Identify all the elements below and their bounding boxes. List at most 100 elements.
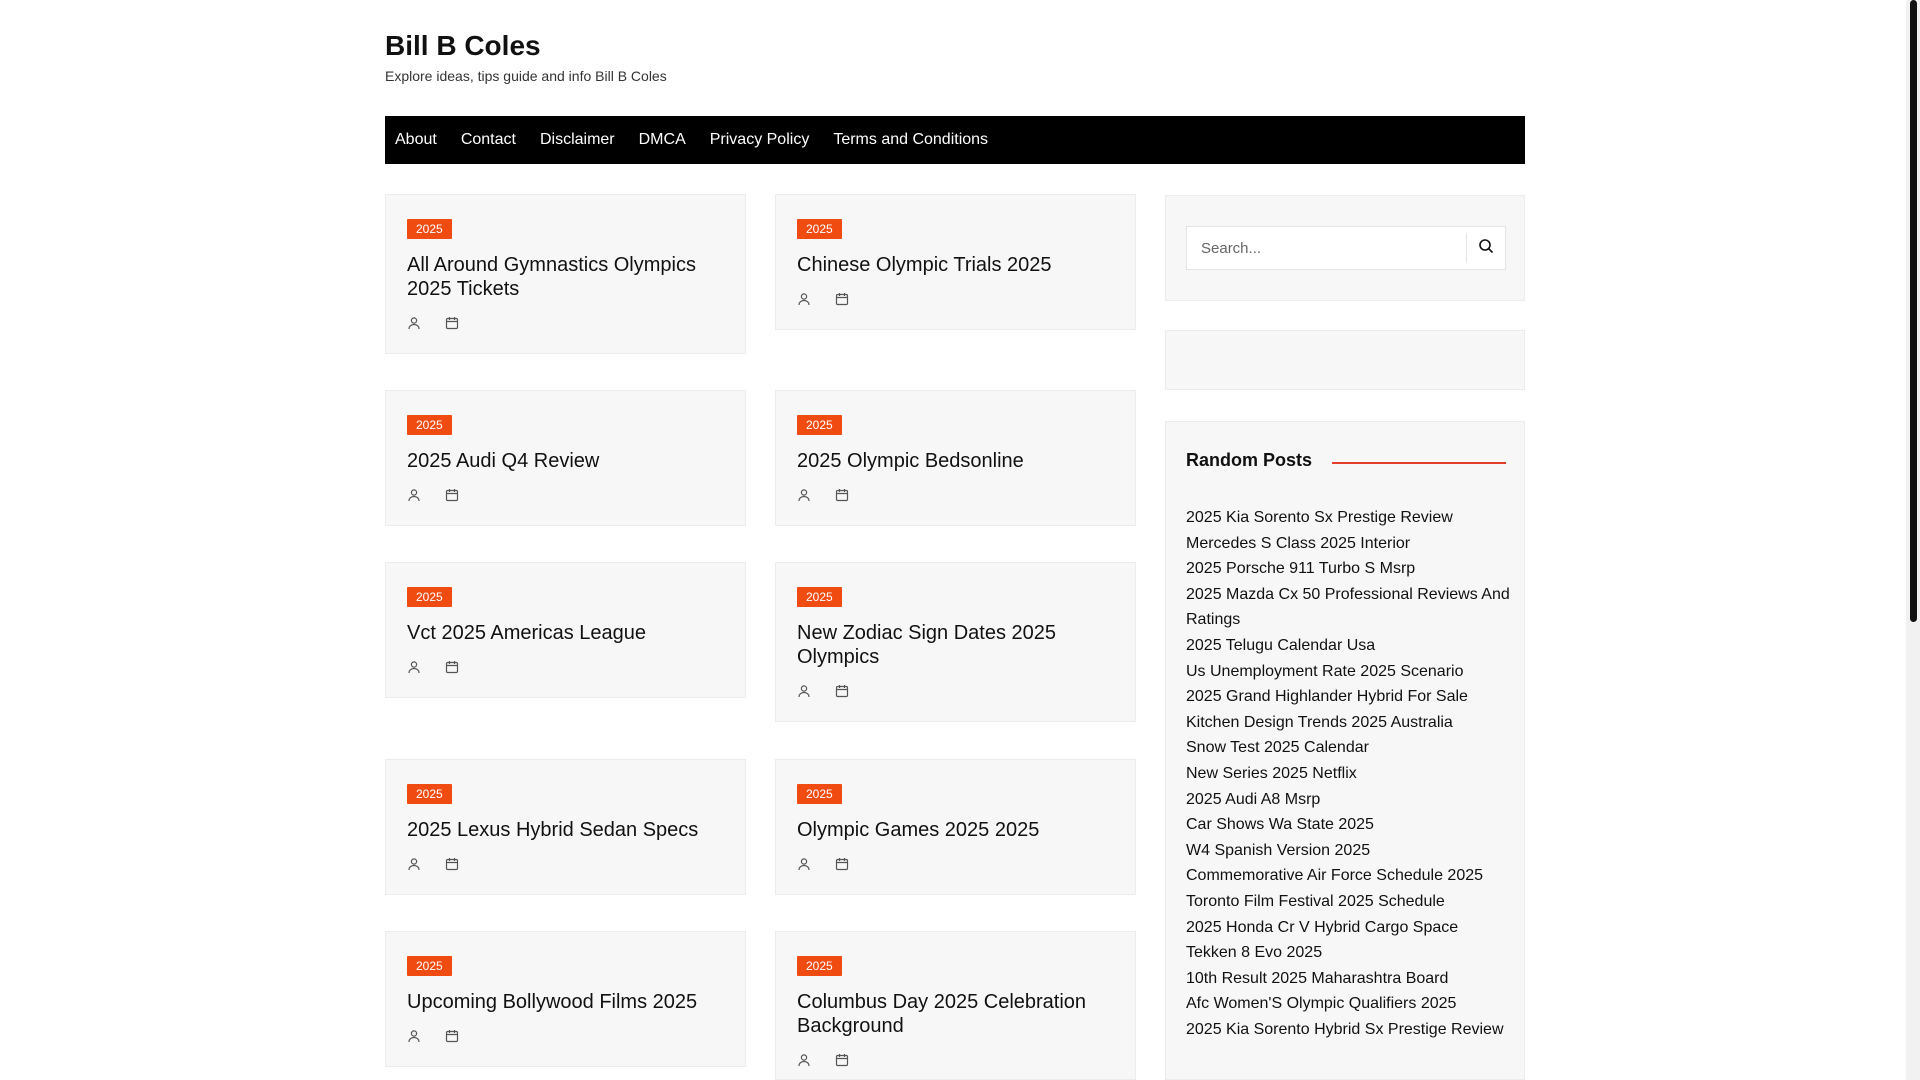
post-meta: [407, 659, 724, 675]
post-card: 2025 2025 Audi Q4 Review: [385, 390, 746, 526]
list-item[interactable]: New Series 2025 Netflix: [1186, 761, 1511, 787]
category-badge[interactable]: 2025: [407, 415, 452, 435]
calendar-icon: [835, 488, 849, 502]
post-title[interactable]: Chinese Olympic Trials 2025: [797, 253, 1114, 277]
post-card: 2025 Chinese Olympic Trials 2025: [775, 194, 1136, 330]
title-underline: [1332, 461, 1506, 464]
calendar-icon: [835, 292, 849, 306]
widget-header: Random Posts: [1186, 450, 1506, 471]
list-item[interactable]: Tekken 8 Evo 2025: [1186, 940, 1511, 966]
calendar-icon: [445, 1029, 459, 1043]
category-badge[interactable]: 2025: [407, 587, 452, 607]
user-icon: [407, 660, 421, 674]
empty-widget: [1165, 330, 1525, 390]
nav-item-disclaimer[interactable]: Disclaimer: [540, 131, 615, 149]
list-item[interactable]: 2025 Porsche 911 Turbo S Msrp: [1186, 556, 1511, 582]
widget-title: Random Posts: [1186, 450, 1313, 470]
post-card: 2025 Vct 2025 Americas League: [385, 562, 746, 698]
post-title[interactable]: Columbus Day 2025 Celebration Background: [797, 990, 1114, 1038]
nav-item-dmca[interactable]: DMCA: [639, 131, 686, 149]
category-badge[interactable]: 2025: [407, 219, 452, 239]
post-title[interactable]: Olympic Games 2025 2025: [797, 818, 1114, 842]
list-item[interactable]: Kitchen Design Trends 2025 Australia: [1186, 710, 1511, 736]
user-icon: [407, 488, 421, 502]
scrollbar-thumb[interactable]: [1910, 0, 1917, 622]
post-meta: [407, 315, 724, 331]
nav-item-privacy-policy[interactable]: Privacy Policy: [710, 131, 810, 149]
calendar-icon: [445, 857, 459, 871]
list-item[interactable]: Mercedes S Class 2025 Interior: [1186, 531, 1511, 557]
search-widget: [1165, 195, 1525, 301]
post-meta: [797, 1052, 1114, 1068]
post-card: 2025 2025 Olympic Bedsonline: [775, 390, 1136, 526]
category-badge[interactable]: 2025: [797, 415, 842, 435]
site-tagline: Explore ideas, tips guide and info Bill …: [385, 68, 667, 84]
post-title[interactable]: New Zodiac Sign Dates 2025 Olympics: [797, 621, 1114, 669]
post-title[interactable]: 2025 Lexus Hybrid Sedan Specs: [407, 818, 724, 842]
list-item[interactable]: Snow Test 2025 Calendar: [1186, 735, 1511, 761]
calendar-icon: [445, 316, 459, 330]
calendar-icon: [835, 684, 849, 698]
list-item[interactable]: Toronto Film Festival 2025 Schedule: [1186, 889, 1511, 915]
calendar-icon: [835, 857, 849, 871]
nav-item-contact[interactable]: Contact: [461, 131, 516, 149]
list-item[interactable]: Car Shows Wa State 2025: [1186, 812, 1511, 838]
list-item[interactable]: 2025 Audi A8 Msrp: [1186, 787, 1511, 813]
search-input[interactable]: [1187, 227, 1466, 269]
nav-item-about[interactable]: About: [395, 131, 437, 149]
category-badge[interactable]: 2025: [407, 784, 452, 804]
list-item[interactable]: 2025 Kia Sorento Hybrid Sx Prestige Revi…: [1186, 1017, 1511, 1043]
post-title[interactable]: 2025 Olympic Bedsonline: [797, 449, 1114, 473]
list-item[interactable]: 2025 Kia Sorento Sx Prestige Review: [1186, 505, 1511, 531]
list-item[interactable]: 2025 Telugu Calendar Usa: [1186, 633, 1511, 659]
category-badge[interactable]: 2025: [797, 784, 842, 804]
list-item[interactable]: Us Unemployment Rate 2025 Scenario: [1186, 659, 1511, 685]
list-item[interactable]: Afc Women'S Olympic Qualifiers 2025: [1186, 991, 1511, 1017]
post-title[interactable]: 2025 Audi Q4 Review: [407, 449, 724, 473]
calendar-icon: [835, 1053, 849, 1067]
post-meta: [797, 856, 1114, 872]
search-form: [1186, 226, 1506, 270]
list-item[interactable]: 2025 Grand Highlander Hybrid For Sale: [1186, 684, 1511, 710]
list-item[interactable]: W4 Spanish Version 2025: [1186, 838, 1511, 864]
random-posts-widget: Random Posts 2025 Kia Sorento Sx Prestig…: [1165, 421, 1525, 1080]
user-icon: [797, 857, 811, 871]
post-card: 2025 Upcoming Bollywood Films 2025: [385, 931, 746, 1067]
user-icon: [407, 316, 421, 330]
search-button[interactable]: [1466, 233, 1505, 263]
random-posts-list: 2025 Kia Sorento Sx Prestige Review Merc…: [1186, 505, 1511, 1042]
user-icon: [797, 488, 811, 502]
post-meta: [797, 291, 1114, 307]
post-card: 2025 All Around Gymnastics Olympics 2025…: [385, 194, 746, 354]
list-item[interactable]: 2025 Mazda Cx 50 Professional Reviews An…: [1186, 582, 1511, 633]
list-item[interactable]: Commemorative Air Force Schedule 2025: [1186, 863, 1511, 889]
site-title[interactable]: Bill B Coles: [385, 28, 667, 64]
post-title[interactable]: Upcoming Bollywood Films 2025: [407, 990, 724, 1014]
search-icon: [1478, 238, 1494, 259]
post-meta: [407, 856, 724, 872]
post-title[interactable]: Vct 2025 Americas League: [407, 621, 724, 645]
site-header: Bill B Coles Explore ideas, tips guide a…: [385, 28, 667, 84]
user-icon: [797, 292, 811, 306]
post-meta: [797, 683, 1114, 699]
category-badge[interactable]: 2025: [407, 956, 452, 976]
category-badge[interactable]: 2025: [797, 956, 842, 976]
calendar-icon: [445, 488, 459, 502]
post-card: 2025 Columbus Day 2025 Celebration Backg…: [775, 931, 1136, 1080]
category-badge[interactable]: 2025: [797, 587, 842, 607]
main-navigation: About Contact Disclaimer DMCA Privacy Po…: [385, 116, 1525, 164]
post-meta: [797, 487, 1114, 503]
list-item[interactable]: 2025 Honda Cr V Hybrid Cargo Space: [1186, 915, 1511, 941]
category-badge[interactable]: 2025: [797, 219, 842, 239]
post-card: 2025 New Zodiac Sign Dates 2025 Olympics: [775, 562, 1136, 722]
post-meta: [407, 1028, 724, 1044]
page-scrollbar[interactable]: [1906, 0, 1920, 1080]
user-icon: [797, 684, 811, 698]
user-icon: [407, 857, 421, 871]
post-meta: [407, 487, 724, 503]
user-icon: [797, 1053, 811, 1067]
user-icon: [407, 1029, 421, 1043]
post-title[interactable]: All Around Gymnastics Olympics 2025 Tick…: [407, 253, 724, 301]
list-item[interactable]: 10th Result 2025 Maharashtra Board: [1186, 966, 1511, 992]
nav-item-terms[interactable]: Terms and Conditions: [833, 131, 988, 149]
